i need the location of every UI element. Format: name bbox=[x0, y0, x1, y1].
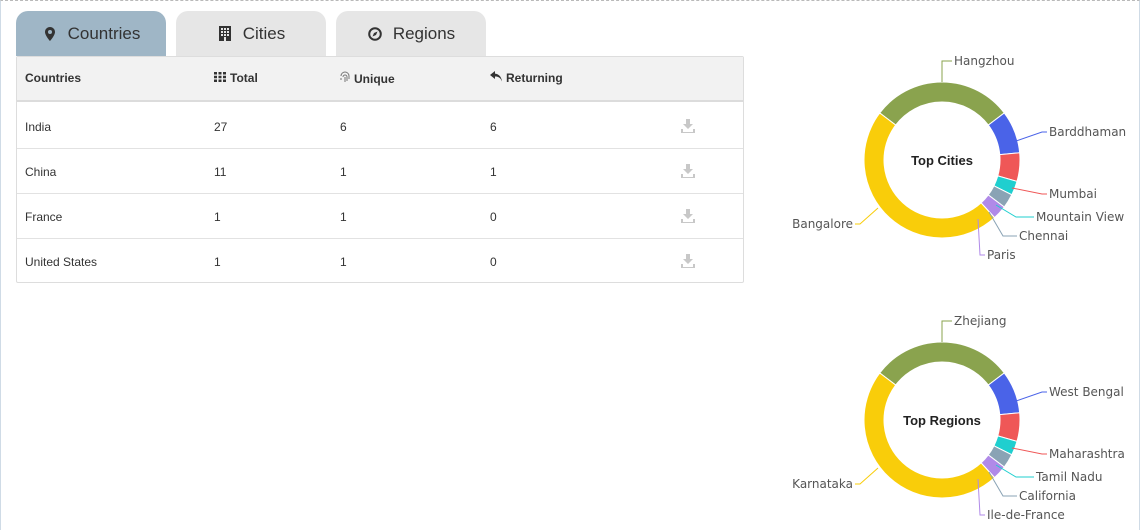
cell-country: United States bbox=[25, 255, 98, 269]
tab-cities-label: Cities bbox=[242, 23, 286, 43]
chart-title: Top Regions bbox=[903, 413, 981, 428]
compass-icon bbox=[367, 25, 383, 43]
slice-label: Karnataka bbox=[792, 477, 853, 491]
leader-line bbox=[941, 60, 952, 82]
slice-label: Chennai bbox=[1019, 229, 1068, 243]
leader-line bbox=[1011, 187, 1047, 195]
leader-line bbox=[1015, 131, 1047, 142]
leader-line bbox=[855, 207, 879, 225]
slice-karnataka[interactable] bbox=[863, 372, 996, 499]
building-icon bbox=[217, 25, 233, 43]
table-row: India 27 6 6 bbox=[17, 104, 743, 149]
download-icon[interactable] bbox=[680, 208, 696, 224]
column-header-unique[interactable]: Unique bbox=[340, 71, 395, 86]
top-regions-chart: Zhejiang West Bengal Maharashtra Tamil Nadu… bbox=[780, 305, 1140, 530]
slice-label: Paris bbox=[987, 248, 1016, 262]
slice-label: Bangalore bbox=[792, 217, 853, 231]
top-cities-chart: Hangzhou Barddhaman Mumbai Mountain View Che… bbox=[780, 45, 1140, 275]
slice-label: Mountain View bbox=[1036, 210, 1124, 224]
cell-total: 11 bbox=[214, 165, 227, 179]
cell-returning: 6 bbox=[490, 120, 497, 134]
slice-label: Mumbai bbox=[1049, 187, 1097, 201]
table-row: China 11 1 1 bbox=[17, 149, 743, 194]
table-row: United States 1 1 0 bbox=[17, 239, 743, 284]
cell-returning: 0 bbox=[490, 210, 497, 224]
table-header: Countries Total Unique Returning bbox=[17, 57, 743, 102]
slice-label: Hangzhou bbox=[954, 54, 1014, 68]
cell-total: 1 bbox=[214, 255, 221, 269]
download-icon[interactable] bbox=[680, 163, 696, 179]
slice-label: West Bengal bbox=[1049, 385, 1124, 399]
download-icon[interactable] bbox=[680, 253, 696, 269]
column-header-countries[interactable]: Countries bbox=[25, 71, 81, 85]
slice-hangzhou[interactable] bbox=[879, 81, 1005, 126]
slice-label: Ile-de-France bbox=[987, 508, 1065, 522]
slice-label: California bbox=[1019, 489, 1076, 503]
cell-unique: 6 bbox=[340, 120, 347, 134]
leader-line bbox=[1011, 447, 1047, 455]
tab-cities[interactable]: Cities bbox=[176, 11, 326, 56]
slice-label: Barddhaman bbox=[1049, 125, 1126, 139]
column-header-total[interactable]: Total bbox=[214, 71, 258, 85]
slice-label: Tamil Nadu bbox=[1035, 470, 1102, 484]
cell-total: 1 bbox=[214, 210, 221, 224]
column-header-returning[interactable]: Returning bbox=[490, 71, 563, 85]
download-icon[interactable] bbox=[680, 118, 696, 134]
chart-title: Top Cities bbox=[911, 153, 973, 168]
cell-unique: 1 bbox=[340, 210, 347, 224]
countries-table: Countries Total Unique Returning India 27… bbox=[16, 56, 744, 283]
cell-returning: 1 bbox=[490, 165, 497, 179]
leader-line bbox=[855, 467, 879, 485]
slice-label: Zhejiang bbox=[954, 314, 1006, 328]
cell-country: China bbox=[25, 165, 57, 179]
cell-country: India bbox=[25, 120, 52, 134]
cell-total: 27 bbox=[214, 120, 228, 134]
map-marker-icon bbox=[42, 25, 58, 43]
tab-countries[interactable]: Countries bbox=[16, 11, 166, 56]
reply-icon bbox=[490, 71, 502, 85]
tab-countries-label: Countries bbox=[67, 23, 141, 43]
cell-country: France bbox=[25, 210, 63, 224]
leader-line bbox=[1015, 391, 1047, 402]
grid-icon bbox=[214, 71, 226, 85]
slice-zhejiang[interactable] bbox=[879, 341, 1005, 386]
tab-regions-label: Regions bbox=[392, 23, 456, 43]
slice-label: Maharashtra bbox=[1049, 447, 1125, 461]
slice-bangalore[interactable] bbox=[863, 112, 996, 239]
tab-regions[interactable]: Regions bbox=[336, 11, 486, 56]
fingerprint-icon bbox=[340, 71, 350, 86]
cell-returning: 0 bbox=[490, 255, 497, 269]
table-row: France 1 1 0 bbox=[17, 194, 743, 239]
cell-unique: 1 bbox=[340, 255, 347, 269]
leader-line bbox=[941, 320, 952, 342]
cell-unique: 1 bbox=[340, 165, 347, 179]
